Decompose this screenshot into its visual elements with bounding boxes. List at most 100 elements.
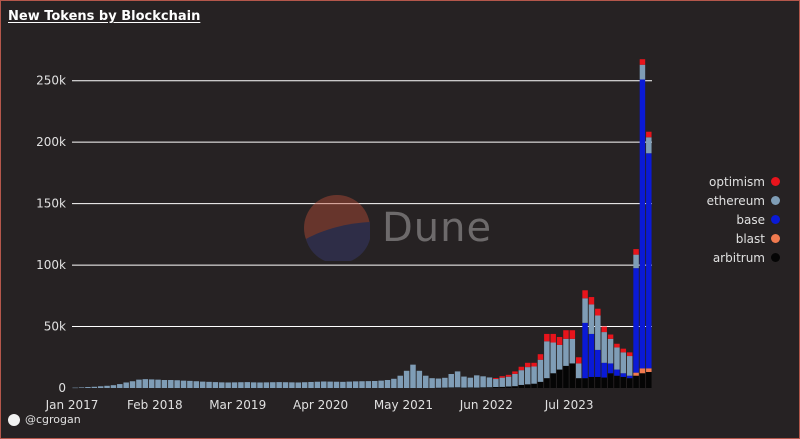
bar-ethereum[interactable] <box>117 384 123 388</box>
bar-arbitrum[interactable] <box>614 375 620 388</box>
bar-ethereum[interactable] <box>257 382 263 388</box>
bar-ethereum[interactable] <box>595 315 601 350</box>
bar-ethereum[interactable] <box>327 381 333 388</box>
bar-ethereum[interactable] <box>588 304 595 334</box>
bar-optimism[interactable] <box>563 330 569 339</box>
bar-ethereum[interactable] <box>563 338 569 366</box>
bar-ethereum[interactable] <box>231 382 238 388</box>
bar-optimism[interactable] <box>601 326 607 333</box>
bar-ethereum[interactable] <box>282 382 289 388</box>
bar-ethereum[interactable] <box>499 377 505 387</box>
bar-optimism[interactable] <box>633 249 639 255</box>
bar-arbitrum[interactable] <box>550 373 556 388</box>
bar-ethereum[interactable] <box>569 338 576 364</box>
legend-item-ethereum[interactable]: ethereum <box>690 191 780 210</box>
bar-ethereum[interactable] <box>321 381 327 388</box>
bar-arbitrum[interactable] <box>442 387 448 389</box>
bar-optimism[interactable] <box>518 366 525 371</box>
bar-optimism[interactable] <box>639 59 646 65</box>
legend-item-optimism[interactable]: optimism <box>690 172 780 191</box>
bar-ethereum[interactable] <box>270 382 276 388</box>
bar-base[interactable] <box>601 362 607 378</box>
bar-ethereum[interactable] <box>72 387 78 389</box>
bar-ethereum[interactable] <box>378 380 384 388</box>
bar-ethereum[interactable] <box>620 352 627 374</box>
bar-ethereum[interactable] <box>397 375 403 388</box>
bar-arbitrum[interactable] <box>575 378 582 388</box>
bar-ethereum[interactable] <box>448 373 454 388</box>
bar-arbitrum[interactable] <box>512 386 518 388</box>
avatar[interactable] <box>8 413 20 426</box>
bar-optimism[interactable] <box>582 290 588 299</box>
bar-ethereum[interactable] <box>403 370 410 388</box>
bar-ethereum[interactable] <box>435 378 442 388</box>
bar-arbitrum[interactable] <box>607 373 614 388</box>
bar-blast[interactable] <box>646 368 652 373</box>
bar-optimism[interactable] <box>646 131 652 138</box>
bar-ethereum[interactable] <box>301 382 308 388</box>
bar-base[interactable] <box>639 79 646 369</box>
bar-ethereum[interactable] <box>614 347 620 370</box>
bar-arbitrum[interactable] <box>480 387 486 388</box>
bar-ethereum[interactable] <box>180 380 187 388</box>
bar-ethereum[interactable] <box>276 382 282 388</box>
bar-base[interactable] <box>614 369 620 376</box>
bar-optimism[interactable] <box>537 354 544 360</box>
bar-ethereum[interactable] <box>333 381 340 388</box>
bar-optimism[interactable] <box>499 376 505 378</box>
bar-ethereum[interactable] <box>187 380 193 388</box>
bar-ethereum[interactable] <box>359 381 365 388</box>
bar-arbitrum[interactable] <box>537 381 544 388</box>
bar-ethereum[interactable] <box>575 363 582 379</box>
bar-ethereum[interactable] <box>206 381 212 388</box>
bar-optimism[interactable] <box>550 333 556 343</box>
bar-ethereum[interactable] <box>639 64 646 80</box>
bar-arbitrum[interactable] <box>461 387 467 389</box>
bar-ethereum[interactable] <box>410 364 416 388</box>
bar-arbitrum[interactable] <box>588 376 595 388</box>
bar-arbitrum[interactable] <box>582 378 588 388</box>
bar-ethereum[interactable] <box>473 375 480 388</box>
bar-optimism[interactable] <box>575 357 582 364</box>
bar-arbitrum[interactable] <box>544 378 550 388</box>
bar-ethereum[interactable] <box>78 387 85 388</box>
bar-ethereum[interactable] <box>225 382 231 388</box>
bar-optimism[interactable] <box>544 333 550 342</box>
bar-arbitrum[interactable] <box>601 377 607 388</box>
bar-base[interactable] <box>620 373 627 377</box>
legend-item-blast[interactable]: blast <box>690 229 780 248</box>
bar-ethereum[interactable] <box>308 381 314 388</box>
bar-ethereum[interactable] <box>104 385 110 388</box>
bar-ethereum[interactable] <box>212 382 219 388</box>
bar-ethereum[interactable] <box>601 332 607 363</box>
bar-arbitrum[interactable] <box>454 387 461 388</box>
bar-optimism[interactable] <box>588 297 595 305</box>
bar-optimism[interactable] <box>626 352 633 357</box>
bar-ethereum[interactable] <box>524 367 531 385</box>
bar-optimism[interactable] <box>512 371 518 374</box>
bar-ethereum[interactable] <box>505 376 512 387</box>
bar-ethereum[interactable] <box>537 359 544 382</box>
bar-blast[interactable] <box>633 372 639 376</box>
bar-ethereum[interactable] <box>626 356 633 376</box>
bar-ethereum[interactable] <box>148 379 155 388</box>
bar-ethereum[interactable] <box>550 342 556 374</box>
bar-ethereum[interactable] <box>244 382 251 388</box>
bar-ethereum[interactable] <box>85 387 91 388</box>
bar-base[interactable] <box>588 333 595 377</box>
bar-ethereum[interactable] <box>295 382 301 388</box>
bar-ethereum[interactable] <box>129 381 136 388</box>
bar-ethereum[interactable] <box>518 370 525 385</box>
bar-ethereum[interactable] <box>461 376 467 388</box>
bar-optimism[interactable] <box>614 343 620 348</box>
bar-ethereum[interactable] <box>250 382 257 388</box>
bar-ethereum[interactable] <box>646 137 652 154</box>
bar-ethereum[interactable] <box>454 371 461 388</box>
bar-ethereum[interactable] <box>346 381 352 388</box>
bar-arbitrum[interactable] <box>524 384 531 388</box>
bar-base[interactable] <box>582 322 588 379</box>
bar-ethereum[interactable] <box>238 382 244 388</box>
bar-ethereum[interactable] <box>263 382 270 388</box>
bar-base[interactable] <box>626 375 633 379</box>
bar-ethereum[interactable] <box>442 377 448 388</box>
